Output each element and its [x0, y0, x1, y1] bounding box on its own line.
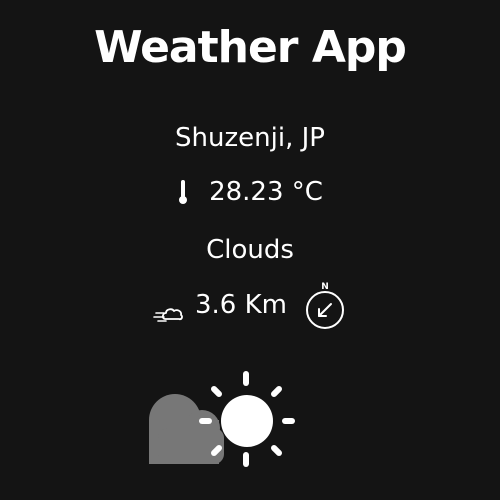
temperature-value: 28.23 °C [209, 177, 323, 207]
wind-row: 3.6 Km N [0, 280, 500, 330]
thermometer-icon [177, 178, 189, 206]
location-label: Shuzenji, JP [175, 123, 325, 153]
app-title: Weather App [94, 22, 407, 73]
partly-cloudy-sun-icon [140, 368, 310, 478]
svg-text:N: N [321, 282, 329, 292]
temperature-row: 28.23 °C [0, 172, 500, 212]
wind-speed-value: 3.6 Km [195, 290, 287, 320]
weather-condition: Clouds [206, 235, 294, 265]
wind-icon [153, 294, 185, 322]
compass-icon: N [303, 280, 347, 330]
weather-app: Weather App Shuzenji, JP 28.23 °C Clouds… [0, 0, 500, 500]
